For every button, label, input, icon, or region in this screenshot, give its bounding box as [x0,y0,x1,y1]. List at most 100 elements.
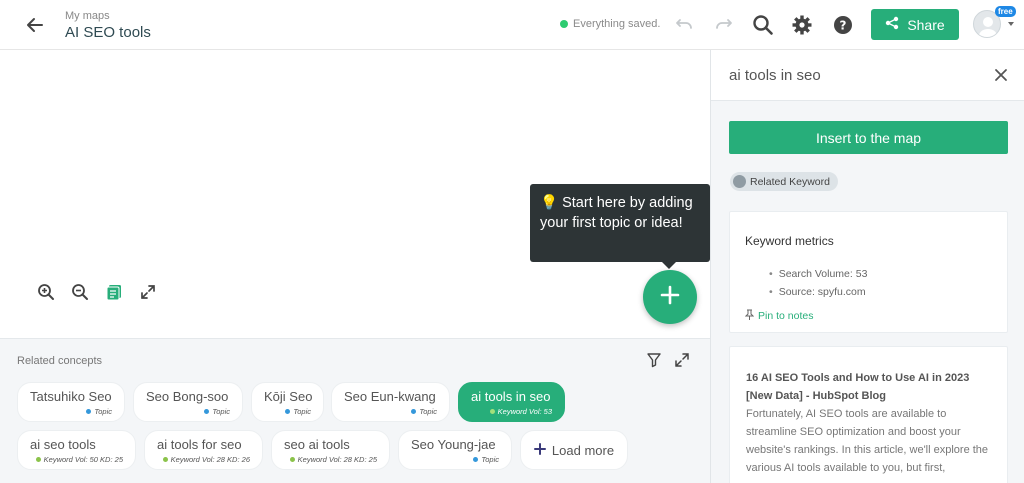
type-dot-icon [289,457,295,462]
concept-name: ai tools for seo [157,437,242,452]
load-more-button[interactable]: Load more [520,430,628,470]
keyword-type-badge: Related Keyword [730,172,838,191]
concept-meta: Keyword Vol: 28 KD: 25 [284,455,377,464]
panel-title: ai tools in seo [729,67,821,84]
concept-type: Topic [293,407,311,416]
filter-icon[interactable] [646,352,662,373]
concept-name: Seo Young-jae [411,437,496,452]
concept-type: Topic [94,407,112,416]
concept-meta: Topic [344,407,437,416]
save-status: Everything saved. [560,18,660,30]
concept-name: ai seo tools [30,437,96,452]
badge-circle-icon [733,175,746,188]
type-dot-icon [285,409,291,414]
breadcrumb[interactable]: My maps [65,10,110,22]
plus-icon [533,442,546,458]
type-dot-icon [86,409,92,414]
concept-name: Seo Eun-kwang [344,389,436,404]
plus-icon [659,284,681,311]
close-icon[interactable] [993,67,1009,83]
concept-name: Seo Bong-soo [146,389,229,404]
type-dot-icon [204,409,210,414]
pin-icon [744,309,755,323]
related-concepts-panel: Related concepts Tatsuhiko Seo Topic Seo… [0,338,710,483]
keyword-metrics-card: Keyword metrics Search Volume: 53 Source… [729,211,1008,333]
related-concepts-title: Related concepts [17,355,102,367]
concept-name: Tatsuhiko Seo [30,389,112,404]
concept-meta: Keyword Vol: 28 KD: 26 [157,455,250,464]
metric-search-volume: Search Volume: 53 [779,265,868,283]
concept-meta: Topic [146,407,230,416]
metrics-list: Search Volume: 53 Source: spyfu.com [779,265,868,301]
metrics-title: Keyword metrics [745,234,834,248]
concept-chip[interactable]: Tatsuhiko Seo Topic [17,382,125,422]
expand-icon[interactable] [674,352,690,373]
add-topic-button[interactable] [643,270,697,324]
related-tools [646,352,690,373]
concept-type: Keyword Vol: 28 KD: 26 [170,455,250,464]
fullscreen-icon[interactable] [138,282,158,302]
share-icon [885,16,899,33]
undo-icon[interactable] [672,13,696,37]
concept-chip-selected[interactable]: ai tools in seo Keyword Vol: 53 [458,382,565,422]
concept-name: Kōji Seo [264,389,313,404]
type-dot-icon [35,457,41,462]
concept-name: ai tools in seo [471,389,551,404]
concept-type: Keyword Vol: 50 KD: 25 [43,455,123,464]
article-snippet: 16 AI SEO Tools and How to Use AI in 202… [746,369,996,477]
status-dot-icon [560,20,568,28]
badge-label: Related Keyword [750,175,830,188]
keyword-detail-panel: ai tools in seo Insert to the map Relate… [710,50,1024,483]
share-button[interactable]: Share [871,9,959,40]
zoom-in-icon[interactable] [36,282,56,302]
concept-meta: Keyword Vol: 50 KD: 25 [30,455,123,464]
panel-header: ai tools in seo [711,50,1024,101]
canvas-toolbar [36,282,158,302]
concept-type: Topic [481,455,499,464]
top-header: My maps AI SEO tools Everything saved. ?… [0,0,1024,50]
load-more-label: Load more [551,442,615,458]
chevron-down-icon[interactable] [1008,22,1014,26]
search-icon[interactable] [751,13,775,37]
type-dot-icon [162,457,168,462]
concept-meta: Topic [411,455,499,464]
metric-source: Source: spyfu.com [779,283,867,301]
search-result-card[interactable]: 16 AI SEO Tools and How to Use AI in 202… [729,346,1008,483]
notes-icon[interactable] [104,282,124,302]
article-title[interactable]: 16 AI SEO Tools and How to Use AI in 202… [746,369,996,405]
gear-icon[interactable] [790,13,814,37]
concept-chip[interactable]: ai tools for seo Keyword Vol: 28 KD: 26 [144,430,263,470]
concept-chip[interactable]: Seo Bong-soo Topic [133,382,243,422]
insert-to-map-button[interactable]: Insert to the map [729,121,1008,154]
concept-type: Keyword Vol: 28 KD: 25 [297,455,377,464]
pin-to-notes-link[interactable]: Pin to notes [744,309,814,323]
help-icon[interactable]: ? [831,13,855,37]
onboarding-tooltip: 💡 Start here by adding your first topic … [530,184,710,269]
concept-chip[interactable]: Seo Eun-kwang Topic [331,382,450,422]
pin-label: Pin to notes [758,310,814,322]
concept-chip[interactable]: Seo Young-jae Topic [398,430,512,470]
redo-icon[interactable] [712,13,736,37]
concept-chip[interactable]: seo ai tools Keyword Vol: 28 KD: 25 [271,430,390,470]
concept-meta: Keyword Vol: 53 [471,407,552,416]
svg-text:?: ? [840,19,847,33]
back-arrow-icon[interactable] [24,14,46,36]
zoom-out-icon[interactable] [70,282,90,302]
article-body: Fortunately, AI SEO tools are available … [746,408,989,474]
concept-chip[interactable]: Kōji Seo Topic [251,382,324,422]
concept-meta: Topic [30,407,112,416]
map-canvas[interactable]: 💡 Start here by adding your first topic … [0,50,710,338]
type-dot-icon [473,457,479,462]
type-dot-icon [411,409,417,414]
concept-name: seo ai tools [284,437,350,452]
concept-type: Keyword Vol: 53 [497,407,552,416]
concept-meta: Topic [264,407,311,416]
plan-badge: free [995,6,1016,17]
map-title[interactable]: AI SEO tools [65,24,151,41]
type-dot-icon [489,409,495,414]
concept-type: Topic [419,407,437,416]
save-status-text: Everything saved. [573,18,661,30]
share-label: Share [907,16,945,33]
concept-chip[interactable]: ai seo tools Keyword Vol: 50 KD: 25 [17,430,136,470]
concept-type: Topic [212,407,230,416]
